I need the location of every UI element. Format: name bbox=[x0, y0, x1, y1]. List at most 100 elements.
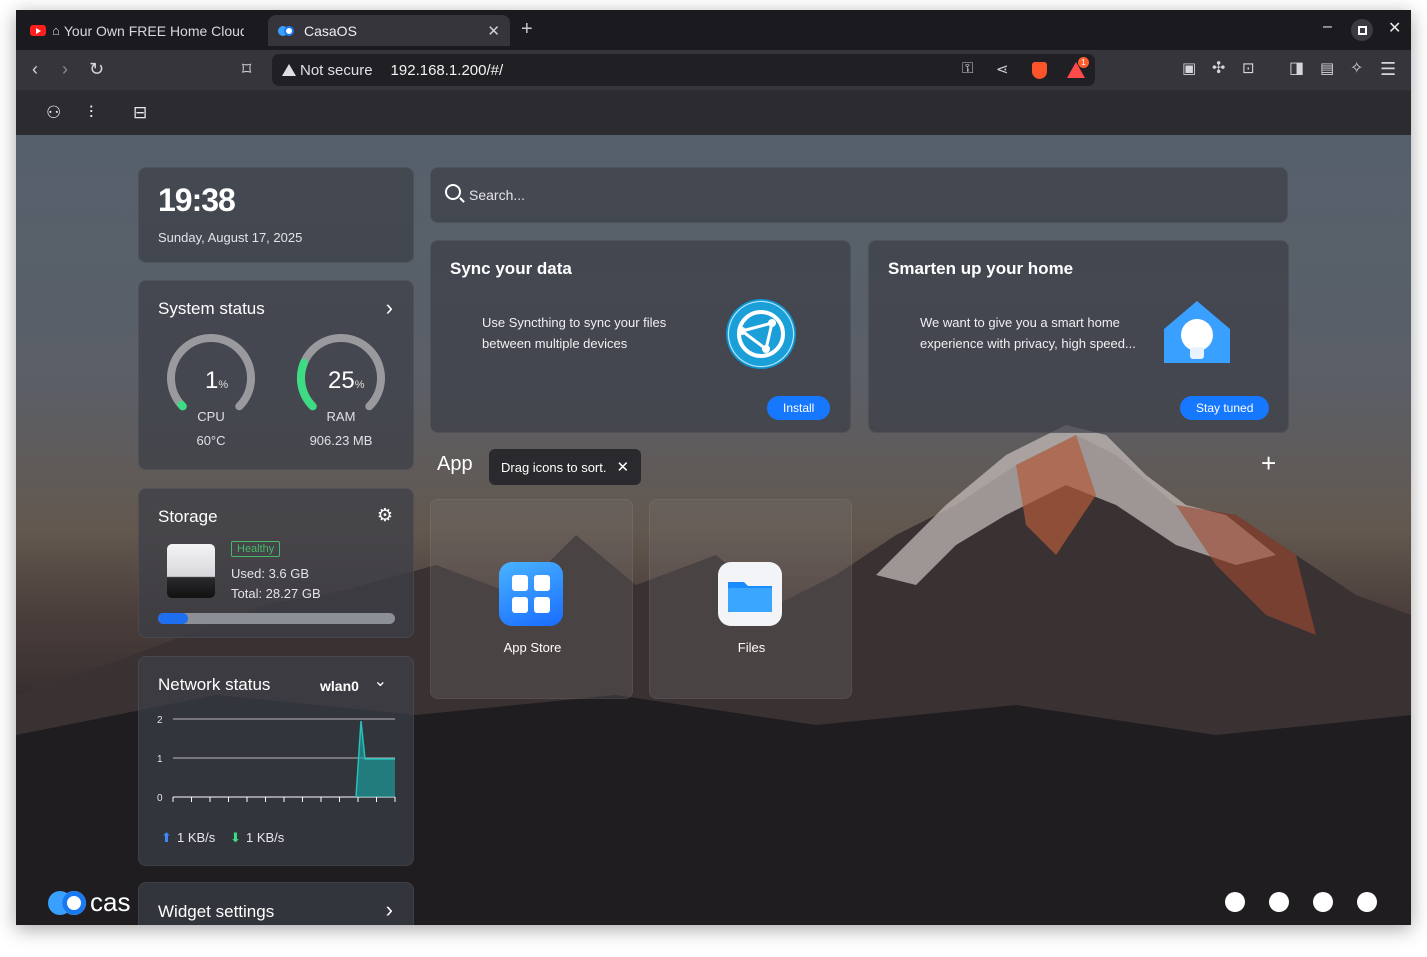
clock-widget: 19:38 Sunday, August 17, 2025 bbox=[138, 167, 414, 263]
bookmark-icon[interactable]: ⌑ bbox=[242, 59, 251, 79]
casaos-logo: cas bbox=[48, 887, 130, 918]
cpu-percent: 1 bbox=[205, 367, 219, 394]
casaos-logo-text: cas bbox=[90, 887, 131, 917]
extension-chat-icon[interactable]: ▣ bbox=[1182, 59, 1196, 79]
storage-title: Storage bbox=[158, 507, 218, 526]
card-description: Use Syncthing to sync your files between… bbox=[482, 315, 667, 351]
close-window-icon[interactable]: ✕ bbox=[1388, 18, 1401, 38]
wallet-icon[interactable]: ▤ bbox=[1320, 59, 1334, 79]
close-icon[interactable]: ✕ bbox=[617, 458, 630, 476]
feedback-icon[interactable] bbox=[1225, 892, 1245, 912]
extensions-puzzle-icon[interactable]: ✣ bbox=[1212, 59, 1225, 79]
user-account-icon[interactable]: ⚇ bbox=[46, 103, 61, 123]
y-tick-2: 2 bbox=[157, 715, 163, 726]
url-text: 192.168.1.200/#/ bbox=[390, 61, 504, 79]
cpu-value: 1% bbox=[205, 367, 228, 395]
sync-data-card: Sync your data Use Syncthing to sync you… bbox=[430, 240, 851, 433]
sidebar-icon[interactable]: ◨ bbox=[1289, 59, 1304, 79]
x-axis-ticks bbox=[172, 797, 396, 802]
casaos-logo-mark-ring bbox=[62, 890, 86, 915]
y-tick-1: 1 bbox=[157, 754, 163, 765]
casaos-topbar: ⚇ ⫶ ⊟ bbox=[16, 90, 1411, 135]
chevron-down-icon[interactable]: ⌄ bbox=[374, 671, 387, 691]
upload-arrow-icon: ⬆ bbox=[161, 830, 172, 845]
app-label: App Store bbox=[503, 640, 562, 655]
sort-tooltip: Drag icons to sort. ✕ bbox=[489, 449, 642, 485]
upload-speed: 1 KB/s bbox=[177, 830, 216, 845]
close-tab-icon[interactable]: ✕ bbox=[487, 22, 500, 40]
chat-icon[interactable] bbox=[1357, 892, 1377, 912]
download-speed: 1 KB/s bbox=[246, 830, 285, 845]
ram-gauge-fill bbox=[296, 358, 317, 411]
storage-total: Total: 28.27 GB bbox=[231, 586, 321, 601]
storage-usage-bar bbox=[158, 613, 395, 624]
forward-icon[interactable]: › bbox=[62, 59, 68, 79]
install-button[interactable]: Install bbox=[767, 396, 831, 420]
app-tile-files[interactable]: Files bbox=[649, 499, 852, 699]
gear-icon[interactable]: ⚙ bbox=[377, 505, 393, 526]
terminal-icon[interactable]: ⊟ bbox=[133, 103, 147, 123]
widget-settings-label: Widget settings bbox=[158, 902, 275, 921]
cpu-temperature: 60°C bbox=[196, 433, 226, 448]
ram-used: 906.23 MB bbox=[309, 433, 373, 448]
tab-youtube[interactable]: ⌂ Your Own FREE Home Cloud bbox=[30, 15, 266, 46]
y-tick-0: 0 bbox=[157, 793, 163, 804]
app-store-icon bbox=[499, 562, 563, 626]
browser-toolbar: ‹ › ↻ ⌑ Not secure 192.168.1.200/#/ ⚿ ⋖ … bbox=[16, 50, 1411, 90]
new-tab-icon[interactable]: + bbox=[521, 18, 533, 41]
key-icon[interactable]: ⚿ bbox=[962, 60, 973, 77]
add-app-icon[interactable]: + bbox=[1261, 448, 1276, 479]
warning-icon bbox=[282, 64, 296, 76]
card-title: Sync your data bbox=[450, 259, 572, 278]
security-label: Not secure bbox=[300, 61, 373, 79]
cpu-gauge-fill bbox=[177, 400, 187, 411]
minimize-icon[interactable]: – bbox=[1323, 18, 1332, 36]
network-status-widget: Network status wlan0 ⌄ 2 1 0 ⬆ 1 KB/s ⬇ … bbox=[138, 656, 414, 866]
stay-tuned-button[interactable]: Stay tuned bbox=[1180, 396, 1270, 420]
tooltip-text: Drag icons to sort. bbox=[501, 459, 607, 475]
ram-percent: 25 bbox=[328, 367, 355, 394]
disk-icon bbox=[167, 544, 215, 598]
github-icon[interactable] bbox=[1313, 892, 1333, 912]
search-icon bbox=[445, 184, 461, 200]
cpu-unit: % bbox=[218, 379, 229, 391]
folder-icon bbox=[718, 562, 782, 626]
download-arrow-icon: ⬇ bbox=[230, 830, 241, 845]
leo-ai-icon[interactable]: ✧ bbox=[1350, 59, 1363, 79]
share-icon[interactable]: ⋖ bbox=[996, 60, 1009, 78]
settings-sliders-icon[interactable]: ⫶ bbox=[89, 103, 93, 123]
tab-strip: ⌂ Your Own FREE Home Cloud CasaOS ✕ + – … bbox=[16, 10, 1411, 50]
screenshot-icon[interactable]: ⊡ bbox=[1242, 59, 1255, 79]
menu-icon[interactable]: ☰ bbox=[1380, 59, 1396, 79]
casaos-dashboard: 19:38 Sunday, August 17, 2025 System sta… bbox=[16, 135, 1411, 925]
health-badge: Healthy bbox=[231, 541, 281, 557]
storage-used: Used: 3.6 GB bbox=[231, 566, 310, 581]
reload-icon[interactable]: ↻ bbox=[89, 59, 104, 79]
browser-window: ⌂ Your Own FREE Home Cloud CasaOS ✕ + – … bbox=[16, 10, 1411, 925]
storage-usage-fill bbox=[158, 613, 189, 624]
clock-time: 19:38 bbox=[158, 182, 236, 218]
discord-icon[interactable] bbox=[1269, 892, 1289, 912]
app-tile-app-store[interactable]: App Store bbox=[430, 499, 633, 699]
address-bar[interactable]: Not secure 192.168.1.200/#/ ⚿ ⋖ 1 bbox=[272, 54, 1095, 86]
tab-casaos[interactable]: CasaOS ✕ bbox=[268, 15, 510, 46]
clock-date: Sunday, August 17, 2025 bbox=[158, 230, 303, 245]
home-icon: ⌂ bbox=[52, 23, 60, 38]
chevron-right-icon: › bbox=[385, 897, 393, 922]
tab-label: CasaOS bbox=[304, 22, 357, 39]
back-icon[interactable]: ‹ bbox=[32, 59, 38, 79]
network-interface-select[interactable]: wlan0 bbox=[320, 678, 359, 694]
brave-shields-icon[interactable] bbox=[1032, 62, 1047, 79]
card-description: We want to give you a smart home experie… bbox=[920, 315, 1136, 351]
ram-label: RAM bbox=[326, 409, 356, 424]
widget-settings-button[interactable]: Widget settings › bbox=[138, 882, 414, 925]
search-bar bbox=[430, 167, 1288, 223]
maximize-icon[interactable] bbox=[1351, 19, 1373, 41]
tab-label: Your Own FREE Home Cloud bbox=[63, 22, 244, 39]
search-input[interactable] bbox=[469, 183, 1169, 207]
app-section-title: App bbox=[437, 453, 473, 475]
app-label: Files bbox=[737, 640, 766, 655]
syncthing-icon bbox=[726, 299, 796, 369]
storage-widget: Storage ⚙ Healthy Used: 3.6 GB Total: 28… bbox=[138, 488, 414, 638]
smart-bulb-icon bbox=[1164, 301, 1230, 363]
